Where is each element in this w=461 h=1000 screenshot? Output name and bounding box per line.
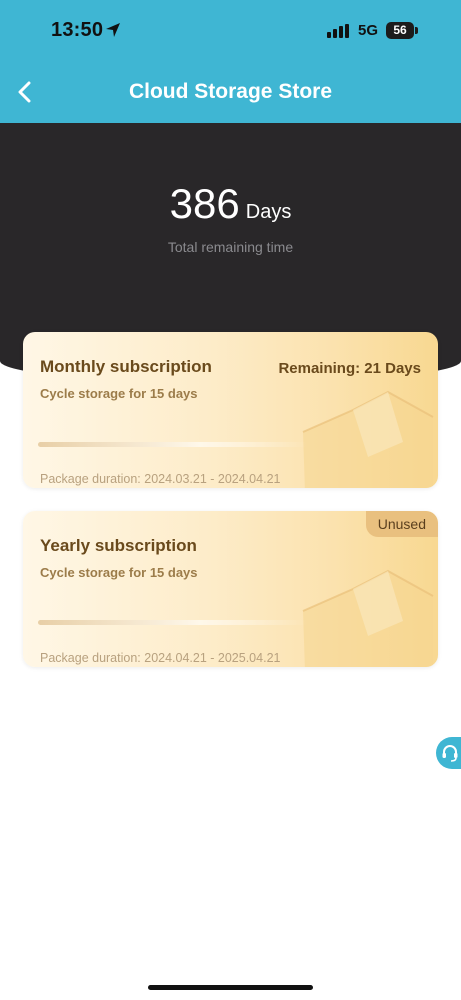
page-title: Cloud Storage Store: [128, 80, 333, 103]
network-type: 5G: [358, 22, 379, 39]
card-divider: [38, 620, 308, 625]
header: 13:50 5G 56 Cloud Storage Store: [0, 0, 461, 123]
card-subtitle: Cycle storage for 15 days: [40, 386, 198, 401]
headset-icon: [442, 745, 458, 762]
remaining-days-number: 386: [169, 180, 240, 227]
subscription-card-monthly[interactable]: Monthly subscription Remaining: 21 Days …: [23, 332, 438, 488]
remaining-time-value: 386 Days: [0, 180, 461, 228]
customer-support-button[interactable]: [436, 737, 461, 769]
remaining-days-unit: Days: [245, 201, 292, 223]
nav-bar: Cloud Storage Store: [0, 62, 461, 123]
subscription-card-yearly[interactable]: Unused Yearly subscription Cycle storage…: [23, 511, 438, 667]
battery-level: 56: [386, 22, 414, 39]
box-decoration-icon: [302, 390, 434, 488]
card-title: Yearly subscription: [40, 536, 197, 555]
signal-bars-icon: [327, 24, 349, 38]
card-duration: Package duration: 2024.03.21 - 2024.04.2…: [40, 472, 281, 486]
battery-indicator: 56: [386, 22, 420, 39]
card-duration: Package duration: 2024.04.21 - 2025.04.2…: [40, 651, 281, 665]
status-badge: Unused: [365, 511, 438, 537]
home-indicator: [148, 985, 313, 990]
card-remaining-days: Remaining: 21 Days: [278, 360, 421, 377]
card-title: Monthly subscription: [40, 357, 212, 376]
card-divider: [38, 442, 308, 447]
status-bar: 13:50 5G 56: [0, 0, 461, 62]
battery-cap: [415, 27, 418, 34]
card-subtitle: Cycle storage for 15 days: [40, 565, 198, 580]
box-decoration-icon: [302, 569, 434, 667]
remaining-time-label: Total remaining time: [167, 239, 294, 255]
status-time: 13:50: [51, 19, 104, 41]
location-arrow-icon: [106, 23, 120, 37]
